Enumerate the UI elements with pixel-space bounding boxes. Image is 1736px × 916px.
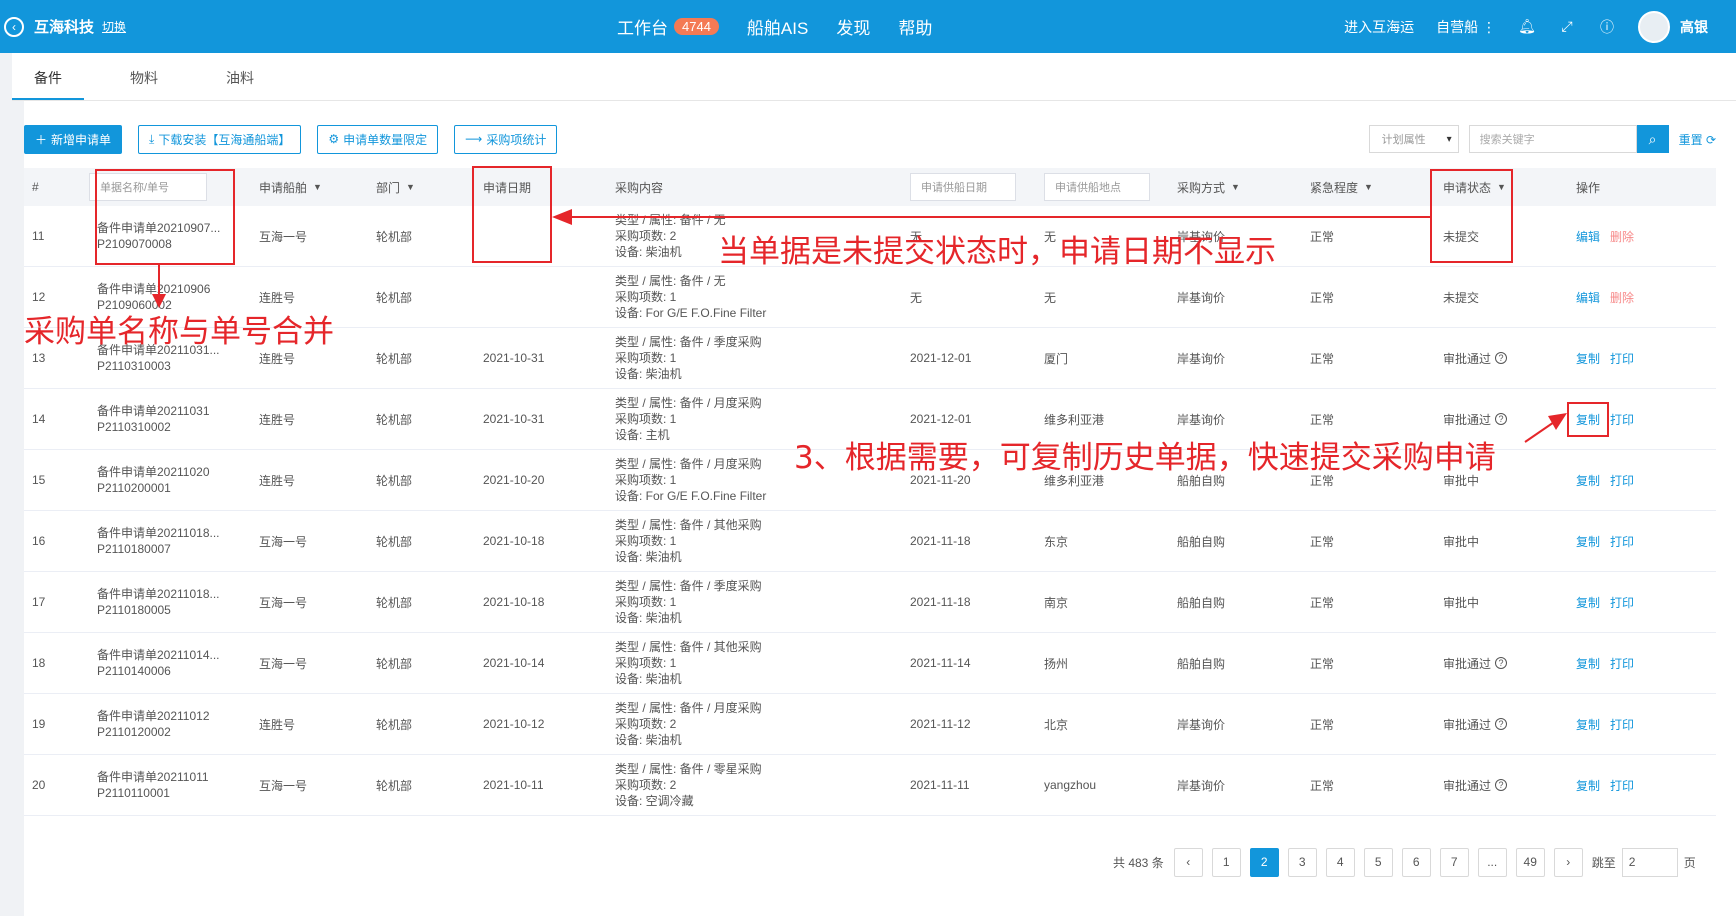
arrowhead-date (552, 209, 572, 225)
arrowhead-name (152, 294, 166, 308)
annotation-arrows (152, 209, 1567, 443)
app-root: ‹ 互海科技 切换 工作台 4744 船舶AIS 发现 帮助 进入互海运 自营船 … (0, 0, 1736, 916)
arrowhead-copy (1548, 413, 1567, 430)
